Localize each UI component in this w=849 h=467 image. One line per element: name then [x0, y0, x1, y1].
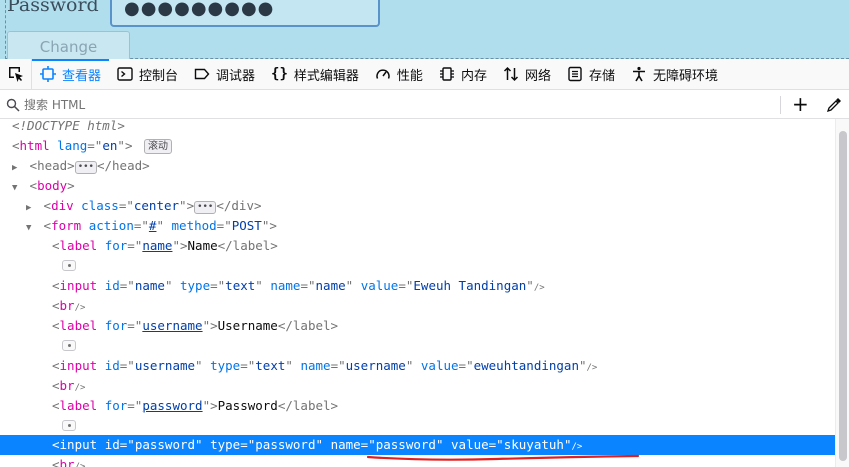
add-node-button[interactable]: + — [792, 94, 809, 114]
whitespace-node-icon — [62, 420, 76, 431]
tab-label: 性能 — [396, 68, 423, 84]
tab-label: 查看器 — [62, 68, 102, 84]
markup-tree: <!DOCTYPE html> <html lang="en"> 滚动 ▶ <h… — [0, 119, 835, 467]
debugger-icon — [194, 66, 210, 82]
expand-arrow-icon[interactable]: ▶ — [12, 158, 22, 178]
devtools-toolbar: 查看器 控制台 调试器 {} 样式编辑器 性能 内存 网络 存储 无障碍环境 — [0, 58, 849, 90]
tree-node-body[interactable]: ▼ <body> — [12, 176, 835, 196]
tab-inspector[interactable]: 查看器 — [32, 58, 110, 90]
tab-label: 内存 — [460, 68, 487, 84]
memory-icon — [439, 66, 455, 82]
storage-icon — [567, 66, 583, 82]
eyedropper-icon[interactable] — [826, 97, 842, 117]
tree-node-whitespace[interactable] — [62, 416, 835, 436]
password-mask: ●●●●●●●●● — [124, 0, 275, 19]
collapse-arrow-icon[interactable]: ▼ — [12, 178, 22, 198]
tree-node-whitespace[interactable] — [62, 256, 835, 276]
red-underline-annotation — [366, 454, 640, 461]
tab-label: 无障碍环境 — [652, 68, 718, 84]
tab-label: 网络 — [524, 68, 551, 84]
tab-label: 样式编辑器 — [293, 68, 359, 84]
tree-node-br[interactable]: <br/> — [52, 376, 835, 396]
tab-console[interactable]: 控制台 — [109, 59, 186, 90]
change-button[interactable]: Change — [7, 31, 130, 59]
search-html-input[interactable] — [24, 97, 724, 112]
tree-node-label-username[interactable]: <label for="username">Username</label> — [52, 316, 835, 336]
search-icon — [6, 98, 20, 112]
tree-node-form[interactable]: ▼ <form action="#" method="POST"> — [26, 216, 835, 236]
tab-accessibility[interactable]: 无障碍环境 — [623, 59, 726, 90]
toolbar-separator — [780, 96, 781, 114]
accessibility-icon — [631, 66, 647, 82]
markup-search-bar: + — [0, 91, 849, 119]
tree-node-doctype[interactable]: <!DOCTYPE html> — [12, 119, 835, 136]
tab-debugger[interactable]: 调试器 — [186, 59, 263, 90]
tab-style-editor[interactable]: {} 样式编辑器 — [263, 59, 367, 90]
network-icon — [503, 66, 519, 82]
tab-performance[interactable]: 性能 — [367, 59, 431, 90]
console-icon — [117, 66, 133, 82]
collapse-arrow-icon[interactable]: ▼ — [26, 218, 36, 238]
tree-node-head[interactable]: ▶ <head> ••• </head> — [12, 156, 835, 176]
tab-storage[interactable]: 存储 — [559, 59, 623, 90]
tree-node-div-center[interactable]: ▶ <div class="center"> ••• </div> — [26, 196, 835, 216]
tab-network[interactable]: 网络 — [495, 59, 559, 90]
style-editor-icon: {} — [271, 66, 288, 82]
element-picker-button[interactable] — [0, 58, 32, 90]
tree-node-html[interactable]: <html lang="en"> 滚动 — [12, 136, 835, 156]
password-field[interactable]: ●●●●●●●●● — [110, 0, 380, 27]
tree-node-input-username[interactable]: <input id="username" type="text" name="u… — [52, 356, 835, 376]
tree-node-input-name[interactable]: <input id="name" type="text" name="name"… — [52, 276, 835, 296]
element-picker-icon — [8, 67, 23, 82]
tab-memory[interactable]: 内存 — [431, 59, 495, 90]
password-label: Password — [7, 0, 99, 16]
tab-label: 调试器 — [216, 68, 256, 84]
page-preview: Password ●●●●●●●●● Change — [0, 0, 849, 59]
expand-arrow-icon[interactable]: ▶ — [26, 198, 36, 218]
vertical-scrollbar[interactable] — [835, 119, 849, 467]
tree-node-whitespace[interactable] — [62, 336, 835, 356]
performance-icon — [375, 66, 391, 82]
scrollbar-thumb[interactable] — [839, 131, 847, 461]
scroll-badge[interactable]: 滚动 — [144, 139, 172, 154]
whitespace-node-icon — [62, 340, 76, 351]
tab-label: 存储 — [588, 68, 615, 84]
collapsed-ellipsis-icon[interactable]: ••• — [74, 161, 97, 174]
tree-node-br[interactable]: <br/> — [52, 296, 835, 316]
whitespace-node-icon — [62, 260, 76, 271]
tree-node-label-name[interactable]: <label for="name">Name</label> — [52, 236, 835, 256]
tree-node-label-password[interactable]: <label for="password">Password</label> — [52, 396, 835, 416]
inspector-icon — [40, 66, 56, 82]
tab-label: 控制台 — [139, 68, 179, 84]
collapsed-ellipsis-icon[interactable]: ••• — [194, 201, 217, 214]
